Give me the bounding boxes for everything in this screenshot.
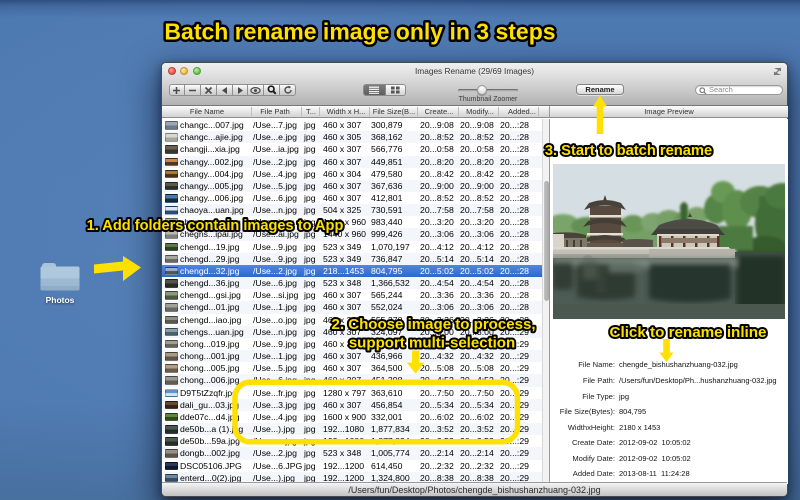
svg-text:Batch rename image only in 3 s: Batch rename image only in 3 steps <box>164 19 555 45</box>
